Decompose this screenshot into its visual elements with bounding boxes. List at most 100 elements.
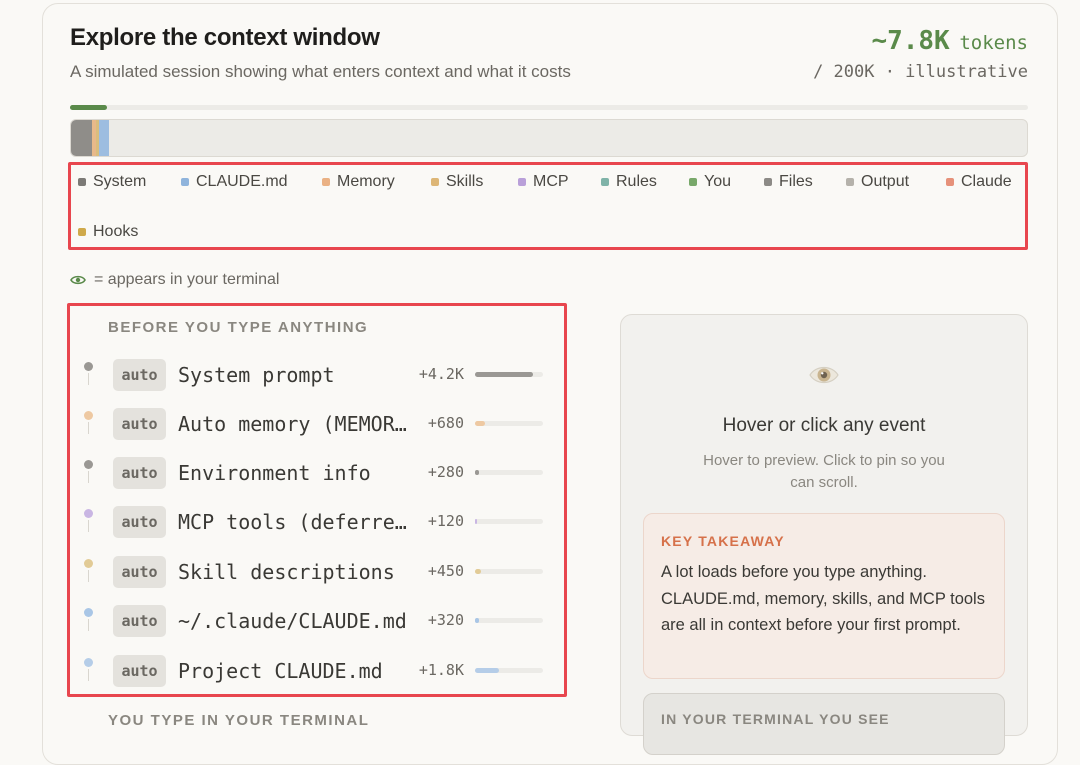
legend-item[interactable]: Rules: [601, 173, 657, 191]
legend-swatch: [946, 178, 954, 186]
context-segment[interactable]: [71, 120, 93, 156]
token-unit: tokens: [959, 32, 1028, 54]
legend-swatch: [181, 178, 189, 186]
detail-title: Hover or click any event: [722, 415, 926, 436]
event-cost-fill: [475, 372, 533, 377]
event-badge: auto: [113, 556, 166, 588]
event-dot: [84, 559, 93, 568]
legend-label: You: [704, 173, 731, 190]
legend-label: System: [93, 173, 147, 190]
event-row[interactable]: auto Auto memory (MEMORY.md) +680: [80, 408, 550, 448]
usage-progress-track: [70, 105, 1028, 110]
timeline-stem: [88, 520, 89, 532]
detail-subtitle: Hover to preview. Click to pin so you ca…: [703, 452, 945, 491]
event-cost-track: [475, 668, 543, 673]
legend-item[interactable]: Output: [846, 173, 909, 191]
event-token-delta: +680: [427, 414, 464, 432]
event-name: MCP tools (deferred): [178, 510, 414, 534]
event-row[interactable]: auto Environment info +280: [80, 457, 550, 497]
terminal-note-text: = appears in your terminal: [94, 271, 280, 288]
key-takeaway-card: KEY TAKEAWAY A lot loads before you type…: [643, 513, 1005, 679]
event-cost-track: [475, 569, 543, 574]
event-dot: [84, 608, 93, 617]
event-row[interactable]: auto Project CLAUDE.md +1.8K: [80, 655, 550, 695]
takeaway-body: A lot loads before you type anything. CL…: [661, 563, 985, 634]
context-segment-bar[interactable]: [70, 119, 1028, 157]
legend-swatch: [78, 178, 86, 186]
eye-icon: [70, 275, 86, 285]
legend-item[interactable]: Skills: [431, 173, 483, 191]
event-token-delta: +320: [427, 611, 464, 629]
event-cost-track: [475, 470, 543, 475]
event-cost-track: [475, 372, 543, 377]
legend-swatch: [78, 228, 86, 236]
event-name: Skill descriptions: [178, 560, 395, 584]
event-badge: auto: [113, 605, 166, 637]
legend-swatch: [322, 178, 330, 186]
event-cost-fill: [475, 569, 482, 574]
timeline-stem: [88, 373, 89, 385]
timeline-stem: [88, 570, 89, 582]
legend-swatch: [764, 178, 772, 186]
legend-item[interactable]: Memory: [322, 173, 395, 191]
terminal-preview-card: IN YOUR TERMINAL YOU SEE: [643, 693, 1005, 755]
legend-label: Claude: [961, 173, 1012, 190]
event-name: Environment info: [178, 461, 371, 485]
legend-label: Hooks: [93, 223, 139, 240]
event-token-delta: +280: [427, 463, 464, 481]
legend-item[interactable]: Files: [764, 173, 813, 191]
context-segment[interactable]: [98, 120, 109, 156]
page-subtitle: A simulated session showing what enters …: [70, 62, 571, 81]
timeline-stem: [88, 471, 89, 483]
event-name: ~/.claude/CLAUDE.md: [178, 609, 407, 633]
event-token-delta: +120: [427, 512, 464, 530]
legend-label: Rules: [616, 173, 657, 190]
legend-item[interactable]: System: [78, 173, 146, 191]
terminal-note: = appears in your terminal: [70, 271, 279, 289]
event-name: Project CLAUDE.md: [178, 659, 383, 683]
event-cost-fill: [475, 519, 477, 524]
token-count: ~7.8K: [871, 26, 950, 56]
legend-swatch: [846, 178, 854, 186]
event-name: Auto memory (MEMORY.md): [178, 412, 414, 436]
legend-label: Files: [779, 173, 813, 190]
section-heading: BEFORE YOU TYPE ANYTHING: [108, 319, 369, 336]
legend-item[interactable]: CLAUDE.md: [181, 173, 288, 191]
event-badge: auto: [113, 408, 166, 440]
event-dot: [84, 411, 93, 420]
legend-item[interactable]: MCP: [518, 173, 569, 191]
event-row[interactable]: auto Skill descriptions +450: [80, 556, 550, 596]
legend-item[interactable]: Claude: [946, 173, 1012, 191]
legend-swatch: [689, 178, 697, 186]
legend-item[interactable]: Hooks: [78, 223, 138, 241]
legend-swatch: [601, 178, 609, 186]
legend-item[interactable]: You: [689, 173, 731, 191]
event-dot: [84, 362, 93, 371]
event-row[interactable]: auto ~/.claude/CLAUDE.md +320: [80, 605, 550, 645]
timeline-stem: [88, 619, 89, 631]
event-badge: auto: [113, 655, 166, 687]
timeline-stem: [88, 669, 89, 681]
event-cost-fill: [475, 470, 480, 475]
token-limit: / 200K · illustrative: [813, 62, 1028, 82]
legend-label: Memory: [337, 173, 395, 190]
event-cost-fill: [475, 618, 480, 623]
event-cost-track: [475, 519, 543, 524]
legend-label: Skills: [446, 173, 484, 190]
event-token-delta: +450: [427, 562, 464, 580]
legend-swatch: [431, 178, 439, 186]
event-name: System prompt: [178, 363, 335, 387]
event-dot: [84, 658, 93, 667]
token-counter: ~7.8K tokens: [871, 26, 1028, 56]
legend-swatch: [518, 178, 526, 186]
event-row[interactable]: auto System prompt +4.2K: [80, 359, 550, 399]
event-row[interactable]: auto MCP tools (deferred) +120: [80, 506, 550, 546]
event-dot: [84, 460, 93, 469]
eye-icon: [808, 362, 840, 393]
event-dot: [84, 509, 93, 518]
legend-label: CLAUDE.md: [196, 173, 288, 190]
event-cost-fill: [475, 668, 500, 673]
event-token-delta: +4.2K: [418, 365, 464, 383]
section-heading-next: YOU TYPE IN YOUR TERMINAL: [108, 712, 370, 729]
event-token-delta: +1.8K: [418, 661, 464, 679]
